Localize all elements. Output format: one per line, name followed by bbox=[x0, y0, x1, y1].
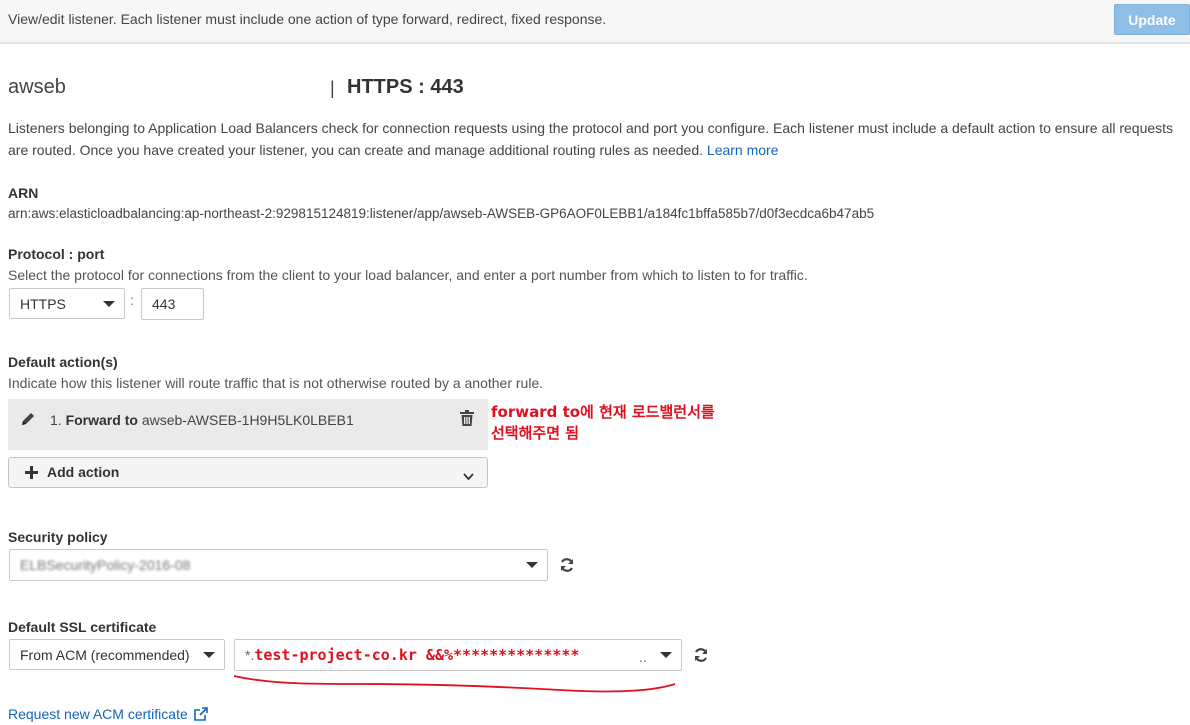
update-button[interactable]: Update bbox=[1114, 4, 1190, 35]
default-actions-help: Indicate how this listener will route tr… bbox=[8, 375, 544, 391]
protocol-colon: : bbox=[130, 292, 134, 308]
certificate-ellipsis: .. bbox=[639, 649, 647, 665]
add-action-label: Add action bbox=[47, 464, 120, 480]
port-value: 443 bbox=[152, 296, 176, 312]
pencil-icon[interactable] bbox=[20, 411, 36, 430]
description-text: Listeners belonging to Application Load … bbox=[8, 120, 1174, 158]
certificate-value: *.test-project-co.kr &&%************** bbox=[245, 646, 579, 664]
protocol-value: HTTPS bbox=[20, 295, 66, 312]
default-action-item: 1. Forward to awseb-AWSEB-1H9H5LK0LBEB1 bbox=[8, 399, 488, 450]
action-summary: 1. Forward to awseb-AWSEB-1H9H5LK0LBEB1 bbox=[50, 412, 354, 428]
annotation-line-2: 선택해주면 됨 bbox=[491, 424, 580, 442]
protocol-port-help: Select the protocol for connections from… bbox=[8, 267, 808, 283]
certificate-prefix: *. bbox=[245, 647, 255, 663]
load-balancer-name: awseb bbox=[8, 76, 66, 98]
external-link-icon bbox=[193, 707, 208, 721]
protocol-port-label: Protocol : port bbox=[8, 246, 105, 262]
security-policy-label: Security policy bbox=[8, 529, 108, 545]
chevron-down-icon bbox=[660, 652, 672, 658]
action-number: 1. bbox=[50, 412, 66, 428]
request-certificate-link[interactable]: Request new ACM certificate bbox=[8, 706, 208, 722]
chevron-down-icon bbox=[103, 301, 115, 307]
refresh-icon[interactable] bbox=[693, 647, 709, 666]
certificate-name: test-project-co.kr &&%************** bbox=[254, 646, 580, 664]
chevron-down-icon bbox=[203, 652, 215, 658]
red-annotation: forward to에 현재 로드밸런서를 선택해주면 됨 bbox=[491, 402, 715, 444]
certificate-source-select[interactable]: From ACM (recommended) bbox=[9, 639, 225, 670]
action-type: Forward to bbox=[65, 412, 138, 428]
action-target: awseb-AWSEB-1H9H5LK0LBEB1 bbox=[141, 412, 354, 428]
ssl-certificate-label: Default SSL certificate bbox=[8, 619, 157, 635]
red-underline-annotation bbox=[233, 675, 676, 693]
port-input[interactable]: 443 bbox=[141, 288, 204, 320]
listener-description: Listeners belonging to Application Load … bbox=[8, 117, 1188, 161]
annotation-line-1: forward to에 현재 로드밸런서를 bbox=[491, 403, 715, 421]
default-actions-label: Default action(s) bbox=[8, 354, 118, 370]
edit-listener-message: View/edit listener. Each listener must i… bbox=[8, 11, 607, 27]
learn-more-link[interactable]: Learn more bbox=[707, 142, 779, 158]
request-certificate-label: Request new ACM certificate bbox=[8, 706, 188, 722]
security-policy-select[interactable]: ELBSecurityPolicy-2016-08 bbox=[9, 549, 548, 581]
protocol-select[interactable]: HTTPS bbox=[9, 288, 125, 319]
arn-value: arn:aws:elasticloadbalancing:ap-northeas… bbox=[8, 206, 875, 221]
top-bar: View/edit listener. Each listener must i… bbox=[0, 0, 1190, 44]
certificate-select[interactable]: *.test-project-co.kr &&%************** .… bbox=[234, 639, 682, 671]
title-separator: | bbox=[330, 78, 335, 98]
listener-title: HTTPS : 443 bbox=[347, 76, 464, 98]
add-action-button[interactable]: Add action bbox=[8, 457, 488, 488]
chevron-down-icon bbox=[526, 562, 538, 568]
arn-label: ARN bbox=[8, 185, 39, 201]
plus-icon bbox=[25, 466, 38, 482]
trash-icon[interactable] bbox=[459, 410, 475, 430]
certificate-source-value: From ACM (recommended) bbox=[20, 646, 190, 663]
security-policy-value: ELBSecurityPolicy-2016-08 bbox=[20, 557, 191, 573]
refresh-icon[interactable] bbox=[559, 557, 575, 576]
chevron-down-icon bbox=[463, 468, 474, 484]
